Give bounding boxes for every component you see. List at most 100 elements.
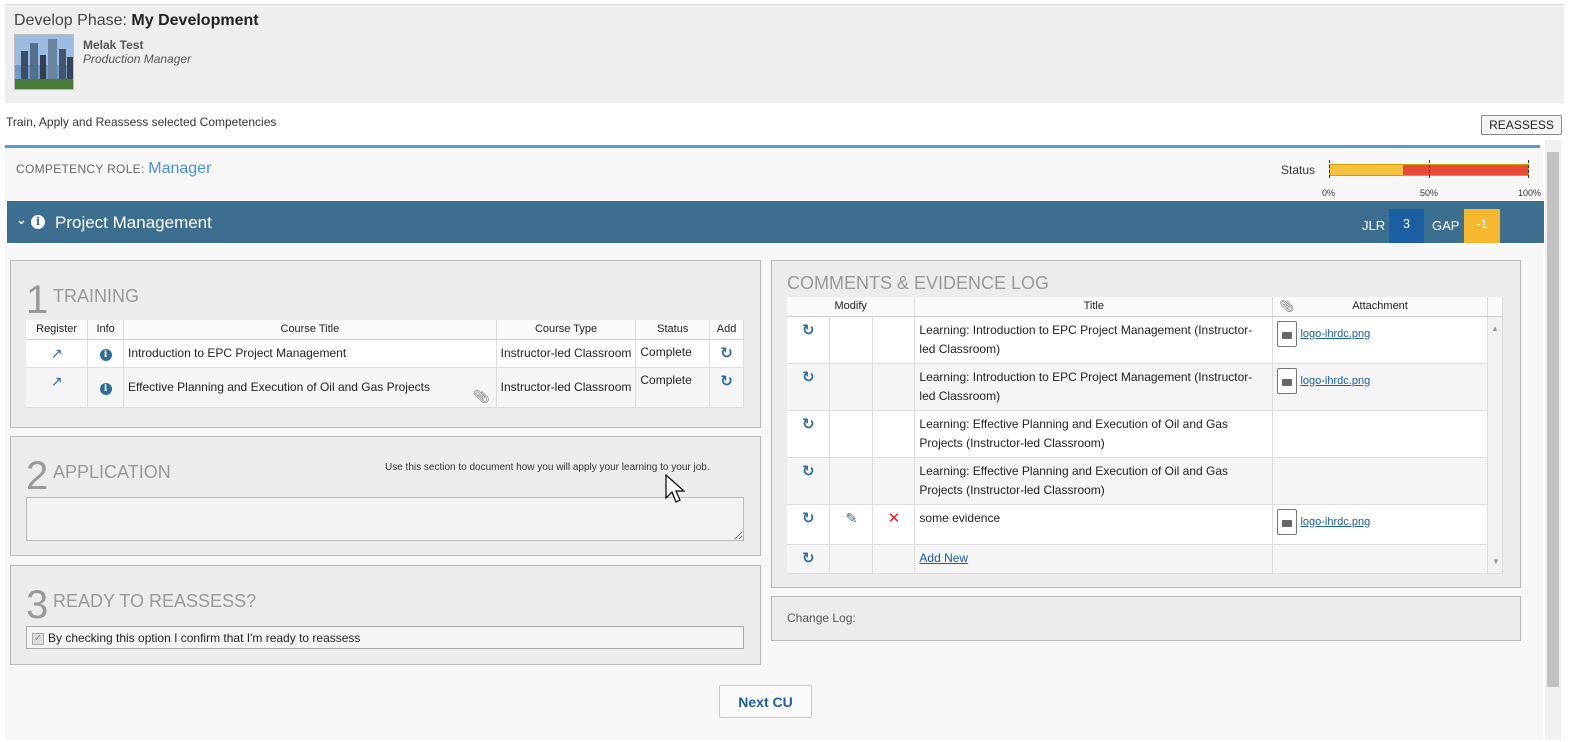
edit-cell (829, 410, 874, 458)
jlr-value-badge: 3 (1389, 209, 1424, 243)
avatar (14, 34, 74, 90)
info-cell: i (87, 339, 125, 368)
scroll-gutter (1487, 297, 1504, 317)
scrollbar-thumb[interactable] (1547, 152, 1559, 687)
info-icon[interactable]: i (99, 382, 112, 395)
delete-cell (872, 316, 916, 364)
reassess-button[interactable]: REASSESS (1481, 115, 1562, 135)
chevron-down-icon[interactable]: ⌄ (16, 212, 27, 228)
column-header: Register (26, 320, 89, 340)
status-tick-label: 50% (1420, 188, 1439, 198)
refresh-icon[interactable]: ↻ (802, 416, 815, 433)
next-cu-button[interactable]: Next CU (719, 685, 812, 718)
refresh-icon[interactable]: ↻ (802, 463, 815, 480)
info-icon[interactable]: i (99, 348, 112, 361)
table-row: ↻ Learning: Effective Planning and Execu… (787, 410, 1503, 458)
status-label: Status (1281, 163, 1316, 177)
title-cell: Learning: Effective Planning and Executi… (914, 410, 1274, 458)
gap-label: GAP (1432, 218, 1460, 233)
competency-role: COMPETENCY ROLE: Manager (16, 160, 211, 178)
column-header: Modify (787, 297, 916, 317)
table-row: ↗︎ i Effective Planning and Execution of… (26, 367, 744, 408)
gap-value-badge: -1 (1464, 209, 1500, 243)
column-header: 📎︎ Attachment (1272, 297, 1488, 317)
title-cell: Learning: Effective Planning and Executi… (914, 457, 1274, 505)
mouse-cursor-icon (665, 474, 685, 503)
paperclip-icon: 📎︎ (1279, 299, 1295, 313)
scroll-down-arrow-icon[interactable]: ▼ (1492, 552, 1500, 571)
edit-cell (829, 457, 874, 505)
jlr-label: JLR (1362, 218, 1386, 233)
add-refresh-icon[interactable]: ↻ (720, 345, 733, 362)
info-cell: i (87, 367, 125, 408)
column-header: Info (87, 320, 125, 340)
column-header: Status (635, 320, 711, 340)
competency-header-bar[interactable] (7, 201, 1544, 243)
refresh-icon[interactable]: ↻ (802, 550, 815, 567)
ready-checkbox[interactable]: ✓ (32, 633, 44, 645)
course-type-cell: Instructor-led Classroom (496, 367, 637, 408)
table-row: ↻ Learning: Introduction to EPC Project … (787, 316, 1504, 574)
training-section-number: 1 (26, 278, 49, 322)
ready-section (10, 565, 761, 665)
ready-section-number: 3 (26, 583, 49, 627)
attachment-link[interactable]: logo-ihrdc.png (1300, 375, 1370, 387)
phase-title: Develop Phase: My Development (14, 12, 259, 30)
status-tick-label: 100% (1518, 188, 1542, 198)
attachment-cell: logo-ihrdc.png (1272, 316, 1488, 364)
pencil-icon[interactable]: ✎ (846, 510, 858, 526)
edit-cell (829, 316, 874, 364)
ready-checkbox-row[interactable]: ✓ By checking this option I confirm that… (26, 626, 744, 649)
register-cell: ↗︎ (26, 339, 89, 368)
ready-section-title: READY TO REASSESS? (53, 591, 257, 611)
status-cell: Complete (635, 367, 711, 408)
training-table: Register Info Course Title Course Type S… (26, 320, 744, 408)
modify-cell: ↻ (787, 457, 831, 505)
status-tick (1528, 160, 1529, 178)
external-link-icon[interactable]: ↗︎ (51, 345, 63, 361)
refresh-icon[interactable]: ↻ (802, 369, 815, 386)
refresh-icon[interactable]: ↻ (802, 322, 815, 339)
title-cell: some evidence (914, 504, 1274, 545)
column-header: Title (914, 297, 1274, 317)
attachment-link[interactable]: logo-ihrdc.png (1300, 328, 1370, 340)
application-textarea[interactable] (26, 497, 744, 541)
status-tick (1329, 160, 1330, 178)
table-scrollbar[interactable]: ▲ ▼ (1487, 316, 1504, 574)
info-icon[interactable]: i (31, 215, 45, 229)
modify-cell: ↻ (787, 316, 831, 364)
delete-cell (872, 544, 916, 574)
course-title-text: Effective Planning and Execution of Oil … (128, 380, 430, 394)
modify-cell: ↻ (787, 544, 831, 574)
edit-cell (829, 544, 874, 574)
attachment-cell (1272, 544, 1488, 574)
title-cell: Learning: Introduction to EPC Project Ma… (914, 363, 1274, 411)
delete-cell (872, 457, 916, 505)
status-progress-remainder (1403, 165, 1528, 175)
attachment-link[interactable]: logo-ihrdc.png (1300, 516, 1370, 528)
add-new-link[interactable]: Add New (919, 551, 968, 565)
page-subtitle: Train, Apply and Reassess selected Compe… (6, 115, 277, 129)
user-role: Production Manager (83, 52, 192, 66)
application-hint: Use this section to document how you wil… (385, 462, 710, 473)
modify-cell: ↻ (787, 363, 831, 411)
add-cell: ↻ (709, 367, 744, 408)
edit-cell (829, 363, 874, 411)
modify-cell: ↻ (787, 504, 831, 545)
competency-title: Project Management (55, 213, 212, 232)
application-section-number: 2 (26, 454, 49, 498)
add-refresh-icon[interactable]: ↻ (720, 373, 733, 390)
external-link-icon[interactable]: ↗︎ (51, 373, 63, 389)
user-name: Melak Test (83, 38, 144, 52)
title-cell: Add New (914, 544, 1274, 574)
attachment-header-label: Attachment (1352, 300, 1408, 313)
change-log-label: Change Log: (787, 611, 856, 625)
table-row: ↻ Add New (787, 544, 1503, 574)
competency-role-label: COMPETENCY ROLE: (16, 162, 145, 176)
delete-x-icon[interactable]: ✕ (888, 510, 901, 527)
ready-checkbox-label: By checking this option I confirm that I… (48, 631, 361, 645)
refresh-icon[interactable]: ↻ (802, 510, 815, 527)
column-header: Add (709, 320, 744, 340)
paperclip-icon[interactable]: 📎︎ (473, 389, 490, 405)
column-header: Course Title (123, 320, 497, 340)
